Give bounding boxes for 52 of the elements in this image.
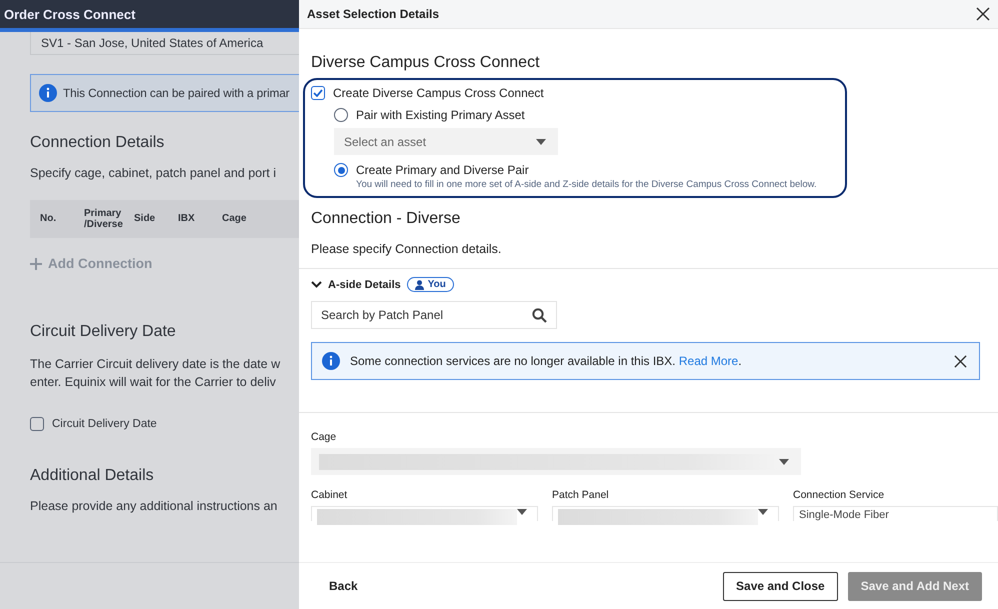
hint-text: You will need to fill in one more set of A-side and Z-side details for the Diverse Campus Cross Connect below. <box>356 179 818 190</box>
section-title: Diverse Campus Cross Connect <box>311 54 541 72</box>
section-title: Connection Details <box>30 134 166 152</box>
location-field[interactable]: SV1 - San Jose, United States of America <box>30 32 299 55</box>
radio-label: Create Primary and Diverse Pair <box>356 163 529 177</box>
checkbox[interactable] <box>30 417 44 432</box>
column-header: IBX <box>177 213 196 225</box>
subsection-title: A-side Details <box>328 278 401 290</box>
column-header: Cage <box>221 213 248 225</box>
section-description: Please specify Connection details. <box>311 242 502 256</box>
asset-select[interactable]: Select an asset <box>334 128 558 155</box>
column-header: Side <box>133 213 156 225</box>
checkbox[interactable] <box>311 86 325 100</box>
radio-button[interactable] <box>334 108 348 122</box>
banner-text: This Connection can be paired with a primar <box>63 86 290 100</box>
caret-icon <box>517 509 527 515</box>
caret-icon <box>758 509 768 515</box>
read-more-link[interactable]: Read More <box>678 354 738 368</box>
back-button[interactable]: Back <box>317 572 370 600</box>
column-header: No. <box>39 213 58 225</box>
search-icon <box>532 308 547 323</box>
close-icon[interactable] <box>954 354 967 368</box>
field-label: Patch Panel <box>552 489 610 501</box>
field-label: Connection Service <box>793 489 886 501</box>
save-button[interactable]: Save and Close <box>723 572 838 600</box>
info-icon <box>322 352 340 370</box>
radio-button[interactable] <box>334 163 348 177</box>
info-icon <box>39 84 57 102</box>
search-field[interactable]: Search by Patch Panel <box>311 301 557 329</box>
caret-icon <box>536 138 546 144</box>
section-title: Circuit Delivery Date <box>30 323 177 341</box>
field-label: Cabinet <box>311 489 348 501</box>
user-badge: You <box>406 277 454 292</box>
radio-label: Pair with Existing Primary Asset <box>356 108 525 122</box>
checkbox-label: Circuit Delivery Date <box>52 418 157 430</box>
select-field[interactable] <box>311 448 801 475</box>
select-field[interactable]: Single-Mode Fiber <box>793 506 998 521</box>
section-title: Connection - Diverse <box>311 210 462 228</box>
section-description: Please provide any additional instructions an <box>30 499 278 514</box>
plus-icon <box>30 258 42 270</box>
close-icon[interactable] <box>976 7 990 21</box>
drawer-title: Asset Selection Details <box>307 7 440 21</box>
app-title: Order Cross Connect <box>4 6 136 22</box>
caret-icon <box>779 458 789 464</box>
chevron-icon[interactable] <box>311 281 322 288</box>
section-description: The Carrier Circuit delivery date is the date w enter. Equinix will wait for the Carrier to deliv <box>30 356 282 392</box>
column-header: Primary /Diverse <box>83 208 124 230</box>
section-description: Specify cage, cabinet, patch panel and port i <box>30 166 277 180</box>
notice-text: Some connection services are no longer available in this IBX. Read More. <box>350 354 743 368</box>
section-title: Additional Details <box>30 467 155 486</box>
field-label: Cage <box>311 431 338 443</box>
checkbox-label: Create Diverse Campus Cross Connect <box>333 86 544 100</box>
